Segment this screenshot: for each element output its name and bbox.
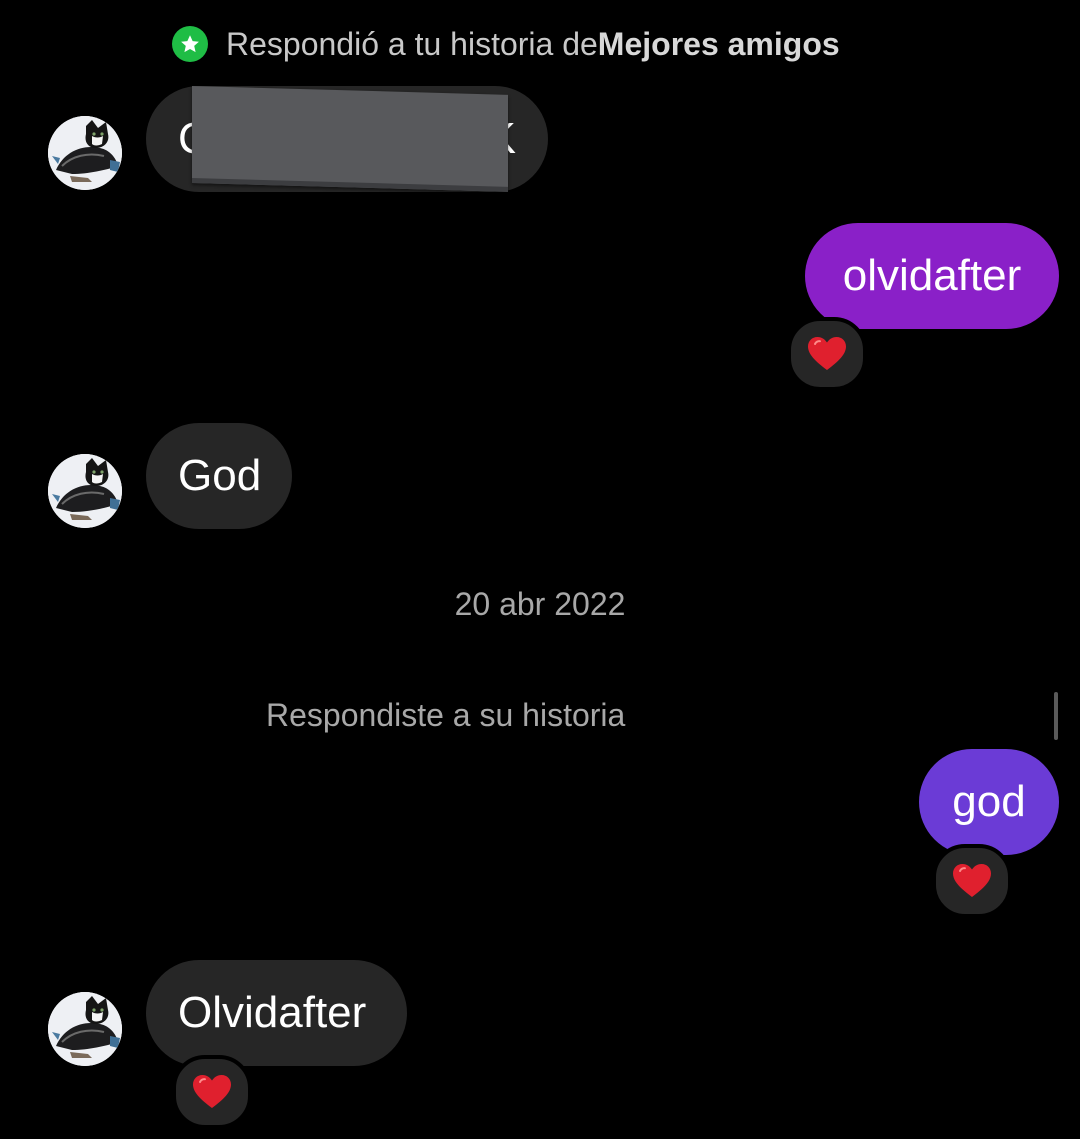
story-reply-label: Respondiste a su historia [266,697,626,733]
close-friends-star-icon [172,26,208,62]
date-separator: 20 abr 2022 [454,586,626,622]
story-reply-notice: Respondió a tu historia de Mejores amigo… [172,22,840,66]
message-text: Olvidafter [178,988,367,1037]
reaction-badge[interactable] [787,317,867,391]
reaction-badge[interactable] [932,844,1012,918]
red-heart-icon [953,864,991,897]
message-bubble-incoming[interactable]: God [146,423,292,529]
message-bubble-outgoing[interactable]: olvidafter [805,223,1059,329]
message-text: olvidafter [842,251,1022,300]
avatar[interactable] [48,992,122,1066]
red-heart-icon [808,337,846,370]
avatar[interactable] [48,454,122,528]
close-friends-list-name: Mejores amigos [597,25,840,62]
red-heart-icon [193,1075,231,1108]
redaction-box [192,86,508,192]
message-text: god [952,777,1026,826]
story-reply-prefix: Respondió a tu historia de [226,25,598,62]
message-bubble-incoming[interactable]: Olvidafter [146,960,407,1066]
reaction-badge[interactable] [172,1055,252,1129]
message-bubble-outgoing[interactable]: god [919,749,1059,855]
avatar[interactable] [48,116,122,190]
message-text: God [178,451,262,500]
scrollbar-thumb[interactable] [1054,692,1058,740]
